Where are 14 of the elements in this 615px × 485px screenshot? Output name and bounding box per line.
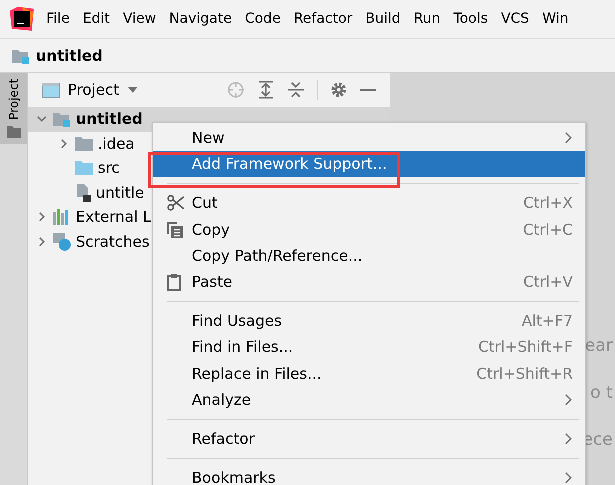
tree-label: untitle	[96, 184, 144, 202]
tree-label: Scratches	[76, 232, 150, 251]
editor-hint: ear	[585, 336, 614, 356]
tree-label: .idea	[98, 134, 135, 153]
tree-label: untitled	[76, 110, 143, 128]
shortcut: Ctrl+X	[523, 194, 573, 212]
shortcut: Ctrl+Shift+R	[476, 364, 573, 383]
shortcut: Alt+F7	[522, 312, 573, 330]
tree-label: src	[98, 159, 120, 178]
shortcut: Ctrl+C	[523, 220, 573, 239]
editor-hint: o t	[590, 383, 614, 403]
tree-label: External L	[76, 208, 152, 226]
shortcut: Ctrl+Shift+F	[478, 338, 573, 356]
shortcut: Ctrl+V	[523, 273, 573, 292]
